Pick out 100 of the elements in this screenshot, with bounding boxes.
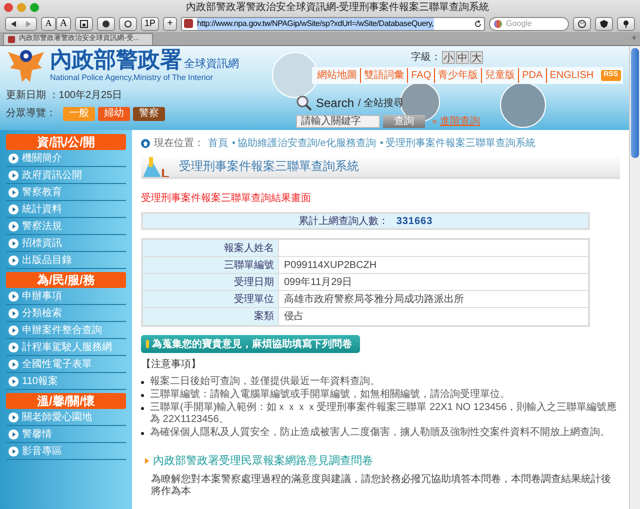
field-value: 高雄市政府警察局苓雅分局成功路派出所 (283, 292, 464, 307)
play-icon (8, 428, 19, 440)
smiley-icon (578, 20, 586, 28)
sidebar-item[interactable]: 招標資訊 (6, 235, 126, 252)
field-value: P099114XUP2BCZH (283, 259, 377, 273)
font-size-label: 字級： (411, 50, 441, 65)
sidebar-item[interactable]: 申辦案件整合查詢 (6, 322, 126, 339)
breadcrumb-link[interactable]: 首頁 (208, 136, 228, 151)
note-text: 三聯單(手開單)輸入範例：如ｘｘｘｘ受理刑事案件報案三聯單 22X1 NO 123456，則輸入之三聯單編號應為 22X1123456。 (150, 402, 618, 426)
field-label: 三聯單編號 (143, 257, 279, 273)
update-date: 更新日期 ：100年2月25日 (6, 88, 124, 103)
sidebar-heading: 為/民/服/務 (6, 272, 126, 288)
note-text: 為確保個人隱私及人質安全，防止造成被害人二度傷害，擄人勒贖及強制性交案件資料不開放上網查詢。 (150, 427, 610, 439)
result-heading: 受理刑事案件報案三聯單查詢結果畫面 (141, 192, 312, 206)
shield-button[interactable] (595, 16, 613, 30)
sidebar-item[interactable]: 計程車駕駛人服務網 (6, 339, 126, 356)
field-label: 受理單位 (143, 291, 279, 307)
sidebar-item[interactable]: 110報案 (6, 373, 126, 390)
top-nav-link[interactable]: 青少年版 (434, 68, 482, 83)
english-title: National Police Agency,Ministry of The Interior (50, 72, 214, 84)
sidebar-item[interactable]: 統計資料 (6, 201, 126, 218)
site-title: 內政部警政署 (50, 48, 182, 72)
counter-value: 331663 (396, 214, 433, 228)
keyword-field[interactable]: 請輸入關鍵字 (296, 115, 380, 128)
audience-label: 分眾導覽： (6, 106, 56, 121)
circle-button[interactable] (119, 16, 137, 30)
font-size-button[interactable]: 大 (470, 51, 483, 64)
sidebar-item[interactable]: 機關簡介 (6, 150, 126, 167)
play-icon (8, 342, 19, 352)
sidebar-item[interactable]: 分類檢索 (6, 305, 126, 322)
home-icon (141, 139, 150, 148)
text-size-button[interactable]: A (56, 16, 71, 30)
sidebar-item[interactable]: 警馨情 (6, 426, 126, 443)
audience-button[interactable]: 婦幼 (98, 106, 130, 120)
sidebar-item[interactable]: 全國性電子表單 (6, 356, 126, 373)
site-subtitle: 全球資訊網 (184, 56, 239, 72)
top-nav-link[interactable]: ENGLISH (546, 68, 597, 83)
sidebar-item[interactable]: 關老師愛心園地 (6, 409, 126, 426)
back-icon (11, 20, 17, 26)
address-field[interactable]: http://www.npa.gov.tw/NPAGip/wSite/sp?xdUrl=/wSite/DatabaseQuery, (181, 16, 485, 30)
play-icon (8, 412, 19, 422)
back-forward-button[interactable] (5, 16, 37, 30)
counter-label: 累計上網查詢人數： (298, 214, 388, 228)
breadcrumb-link[interactable]: 協助維護治安查詢/e化服務查詢 (238, 136, 376, 151)
sidebar-item[interactable]: 政府資訊公開 (6, 167, 126, 184)
survey-banner: 為蒐集您的寶貴意見，麻煩協助填寫下列問卷 (141, 335, 360, 353)
text-size-button[interactable]: A (41, 16, 56, 30)
top-nav-link[interactable]: 網站地圖 (314, 68, 360, 83)
top-nav-link[interactable]: PDA (518, 68, 546, 83)
search-button[interactable]: 查詢 (383, 115, 425, 128)
audience-button[interactable]: 警察 (133, 106, 165, 120)
search-engine-icon (494, 20, 502, 28)
breadcrumb-link[interactable]: 受理刑事案件報案三聯單查詢系統 (385, 136, 536, 151)
top-nav-link[interactable]: 雙語詞彙 (360, 68, 408, 83)
breadcrumb-separator: • (380, 137, 384, 151)
advanced-search-link[interactable]: 進階查詢 (440, 114, 480, 129)
top-nav-link[interactable]: FAQ (407, 68, 434, 83)
search-subheading: / 全站搜尋 (358, 96, 404, 110)
reader-button[interactable] (75, 16, 93, 30)
chevron-icon: » (432, 114, 438, 128)
sidebar-item[interactable]: 申辦事項 (6, 288, 126, 305)
search-field[interactable]: Google (489, 16, 569, 30)
sidebar-heading: 資/訊/公/開 (6, 134, 126, 150)
field-label: 案類 (143, 308, 279, 325)
play-icon (8, 220, 19, 232)
play-icon (8, 204, 19, 214)
play-icon (8, 376, 19, 386)
page-title: 受理刑事案件報案三聯單查詢系統 (179, 158, 359, 175)
record-button[interactable] (97, 16, 115, 30)
play-icon (8, 308, 19, 318)
survey-text: 為瞭解您對本案警察處理過程的滿意度與建議，請您於務必撥冗協助填答本問卷，本問卷調查結果統計後將作為本 (150, 474, 612, 498)
smiley-button[interactable] (573, 16, 591, 30)
sidebar-item[interactable]: 警察法規 (6, 218, 126, 235)
play-icon (8, 324, 19, 336)
top-nav-link[interactable]: 兒童版 (481, 68, 518, 83)
breadcrumb-separator: • (232, 137, 236, 151)
note-text: 三聯單編號：請輸入電腦單編號或手開單編號，如無相關編號，請洽詢受理單位。 (150, 389, 510, 401)
font-size-button[interactable]: 小 (442, 51, 455, 64)
new-tab-button[interactable]: + (631, 33, 637, 45)
play-icon (8, 186, 19, 198)
search-heading: Search (316, 95, 354, 112)
scrollbar-thumb[interactable] (631, 48, 639, 158)
close-icon[interactable] (4, 3, 13, 12)
pin-button[interactable] (617, 16, 635, 30)
sidebar-item[interactable]: 影音專區 (6, 443, 126, 460)
one-page-button[interactable]: 1P (141, 16, 159, 30)
reload-icon[interactable] (474, 20, 482, 28)
window-title: 內政部警政署警政治安全球資訊網-受理刑事案件報案三聯單查詢系統 (184, 0, 490, 15)
play-icon (8, 254, 19, 266)
sidebar-item[interactable]: 警察教育 (6, 184, 126, 201)
audience-button[interactable]: 一般 (63, 106, 95, 120)
eagle-emblem-icon (6, 48, 46, 84)
font-size-button[interactable]: 中 (456, 51, 469, 64)
bullet-icon (141, 394, 144, 397)
sidebar-item[interactable]: 出版品目錄 (6, 252, 126, 269)
site-icon (184, 19, 193, 28)
scrollbar[interactable] (629, 46, 640, 509)
note-text: 報案二日後始可查詢，並僅提供最近一年資料查詢。 (150, 376, 380, 388)
add-bookmark-button[interactable]: + (163, 16, 177, 30)
pin-icon (622, 20, 630, 28)
